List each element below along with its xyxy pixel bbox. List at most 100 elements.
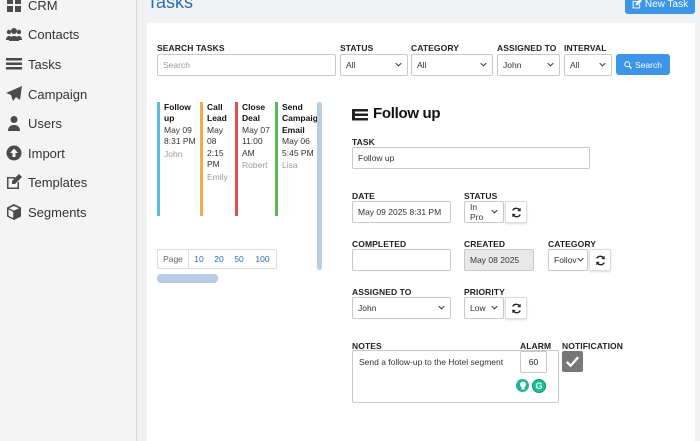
category-filter-value: All	[417, 60, 427, 70]
sidebar-item-tasks[interactable]: Tasks	[5, 52, 61, 76]
refresh-priority-button[interactable]	[505, 297, 527, 319]
page-size-option[interactable]: 20	[209, 250, 229, 268]
refresh-category-button[interactable]	[589, 249, 611, 271]
priority-label: PRIORITY	[464, 287, 505, 297]
task-label: TASK	[352, 137, 375, 147]
sidebar-item-label: Segments	[28, 204, 87, 220]
task-list-horizontal-scrollbar[interactable]	[157, 274, 218, 283]
tasks-icon	[5, 55, 23, 73]
grammarly-icon[interactable]: G	[532, 379, 546, 393]
task-card-title: Call Lead	[207, 102, 227, 124]
search-icon	[624, 60, 632, 69]
task-card-date: May 09 8:31 PM	[164, 124, 196, 147]
status-select[interactable]: In Pro	[464, 201, 504, 223]
created-field: May 08 2025	[464, 249, 534, 271]
category-filter-label: CATEGORY	[411, 43, 460, 53]
sidebar-item-label: Templates	[28, 174, 88, 190]
sidebar-item-crm[interactable]: CRM	[5, 0, 58, 17]
chevron-down-icon	[491, 208, 498, 217]
lightbulb-icon[interactable]	[516, 379, 529, 392]
task-card-date: May 08 2:15 PM	[207, 124, 224, 170]
task-card-date: May 07 11:00 AM	[242, 124, 270, 158]
assigned-to-label: ASSIGNED TO	[352, 287, 412, 297]
search-input[interactable]: Search	[157, 54, 336, 76]
task-card-assignee: Lisa	[282, 160, 298, 171]
chevron-down-icon	[480, 61, 487, 70]
refresh-status-button[interactable]	[505, 201, 527, 223]
alarm-input[interactable]: 60	[520, 351, 547, 373]
task-name-input[interactable]: Follow up	[352, 147, 590, 169]
task-card[interactable]: Close Deal May 07 11:00 AM Robert	[235, 102, 274, 216]
sidebar-item-label: Users	[28, 115, 62, 131]
completed-input[interactable]	[352, 249, 451, 271]
page-size-option[interactable]: 50	[229, 250, 249, 268]
detail-title: Follow up	[373, 105, 441, 122]
sidebar-item-campaign[interactable]: Campaign	[5, 82, 87, 106]
page-size-option[interactable]: 100	[249, 250, 276, 268]
date-input[interactable]: May 09 2025 8:31 PM	[352, 201, 451, 223]
task-card-title: Close Deal	[242, 102, 266, 124]
grid-icon	[5, 0, 23, 14]
date-label: DATE	[352, 191, 375, 201]
task-card[interactable]: Call Lead May 08 2:15 PM Emily	[200, 102, 234, 216]
sidebar-item-label: Tasks	[28, 56, 62, 72]
tasks-icon	[352, 109, 368, 121]
sidebar-item-templates[interactable]: Templates	[5, 170, 87, 194]
status-filter-label: STATUS	[340, 43, 374, 53]
search-button-label: Search	[635, 59, 662, 70]
page-label: Page	[158, 250, 189, 268]
notification-checkbox[interactable]	[562, 351, 583, 372]
assigned-filter-label: ASSIGNED TO	[497, 43, 557, 53]
chevron-down-icon	[491, 304, 498, 313]
sidebar-item-label: Campaign	[28, 86, 88, 102]
assigned-to-value: John	[358, 303, 377, 313]
task-card-title: Follow up	[164, 102, 191, 124]
sidebar-item-label: Import	[28, 145, 65, 161]
sidebar-item-segments[interactable]: Segments	[5, 200, 87, 224]
sidebar-item-users[interactable]: Users	[5, 111, 62, 135]
user-icon	[5, 114, 23, 132]
chevron-down-icon	[547, 61, 554, 70]
status-filter-value: All	[346, 60, 356, 70]
chevron-down-icon	[577, 256, 584, 265]
task-list-vertical-scrollbar[interactable]	[317, 102, 322, 270]
interval-filter-select[interactable]: All	[564, 54, 612, 76]
task-card[interactable]: Send Campaign Email May 06 5:45 PM Lisa	[275, 102, 317, 216]
priority-select[interactable]: Low	[464, 297, 504, 319]
assigned-to-select[interactable]: John	[352, 297, 451, 319]
assigned-filter-value: John	[503, 60, 522, 70]
sidebar-item-label: Contacts	[28, 26, 80, 42]
task-card[interactable]: Follow up May 09 8:31 PM John	[157, 102, 198, 216]
chevron-down-icon	[438, 304, 445, 313]
page-title: Tasks	[147, 0, 194, 12]
notification-label: NOTIFICATION	[562, 341, 624, 351]
chevron-down-icon	[395, 61, 402, 70]
page-size-option[interactable]: 10	[189, 250, 209, 268]
status-filter-select[interactable]: All	[340, 54, 408, 76]
search-tasks-label: SEARCH TASKS	[157, 43, 225, 53]
upload-circle-icon	[5, 144, 23, 162]
priority-value: Low	[470, 303, 486, 313]
category-label: CATEGORY	[548, 239, 597, 249]
sidebar-item-contacts[interactable]: Contacts	[5, 22, 79, 46]
category-filter-select[interactable]: All	[411, 54, 493, 76]
paper-plane-icon	[5, 85, 23, 103]
refresh-icon	[511, 303, 521, 313]
interval-filter-label: INTERVAL	[564, 43, 607, 53]
task-card-title: Send Campaign Email	[282, 102, 317, 135]
task-card-date: May 06 5:45 PM	[282, 136, 314, 158]
status-label: STATUS	[464, 191, 498, 201]
created-label: CREATED	[464, 239, 506, 249]
sidebar-item-label: CRM	[28, 0, 58, 13]
search-button[interactable]: Search	[616, 54, 670, 75]
cube-icon	[5, 203, 23, 221]
completed-label: COMPLETED	[352, 239, 407, 249]
new-task-label: New Task	[644, 0, 689, 10]
new-task-button[interactable]: New Task	[625, 0, 695, 14]
category-value: Follov	[554, 255, 577, 265]
assigned-filter-select[interactable]: John	[497, 54, 560, 76]
status-value: In Pro	[470, 202, 484, 222]
task-card-assignee: Robert	[242, 160, 268, 171]
sidebar-item-import[interactable]: Import	[5, 141, 65, 165]
category-select[interactable]: Follov	[548, 249, 588, 271]
